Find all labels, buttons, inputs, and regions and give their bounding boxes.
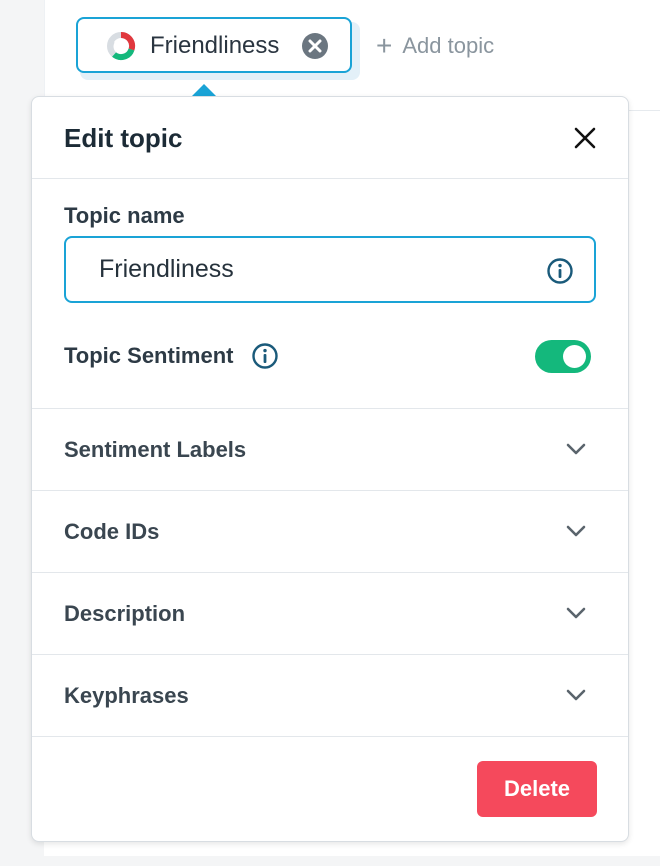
section-label: Sentiment Labels — [64, 437, 247, 462]
chevron-down-icon — [565, 523, 587, 539]
section-label: Description — [64, 601, 186, 626]
chevron-down-icon — [565, 687, 587, 703]
section-sentiment-labels[interactable]: Sentiment Labels — [32, 409, 628, 490]
topic-name-label: Topic name — [64, 203, 185, 228]
delete-button[interactable]: Delete — [477, 761, 597, 817]
add-topic-button[interactable]: + Add topic — [376, 30, 494, 62]
info-icon[interactable] — [251, 342, 279, 370]
topic-sentiment-label: Topic Sentiment — [64, 343, 234, 368]
plus-icon: + — [376, 30, 393, 61]
bottom-band — [44, 856, 660, 866]
panel-title: Edit topic — [64, 123, 183, 153]
header-divider — [32, 178, 628, 179]
toggle-knob — [563, 345, 586, 368]
remove-topic-icon[interactable] — [302, 33, 328, 59]
section-divider — [32, 736, 628, 737]
left-border — [44, 0, 45, 110]
topic-name-input[interactable] — [64, 236, 596, 303]
close-icon[interactable] — [572, 125, 598, 151]
topic-sentiment-toggle[interactable] — [535, 340, 591, 373]
section-code-ids[interactable]: Code IDs — [32, 491, 628, 572]
add-topic-label: Add topic — [402, 33, 495, 58]
topic-chip-label: Friendliness — [150, 32, 280, 59]
chevron-down-icon — [565, 605, 587, 621]
section-keyphrases[interactable]: Keyphrases — [32, 655, 628, 736]
chevron-down-icon — [565, 441, 587, 457]
sentiment-donut-icon — [106, 31, 136, 61]
info-icon[interactable] — [546, 257, 574, 285]
section-label: Code IDs — [64, 519, 160, 544]
section-description[interactable]: Description — [32, 573, 628, 654]
topic-chip[interactable]: Friendliness — [76, 17, 352, 73]
edit-topic-panel: Edit topic Topic name Topic Sentiment Se… — [31, 96, 629, 842]
section-label: Keyphrases — [64, 683, 189, 708]
